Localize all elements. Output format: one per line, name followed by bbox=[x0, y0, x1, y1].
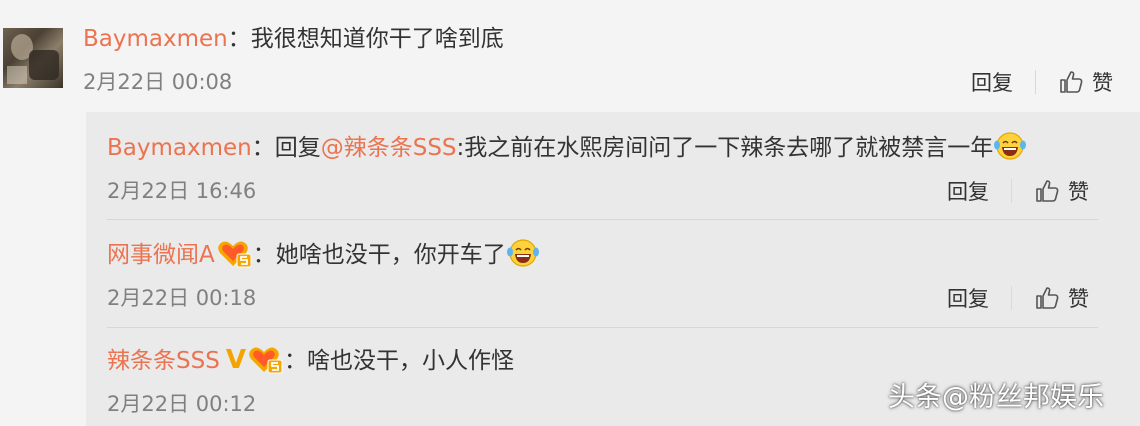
thumbs-up-icon bbox=[1036, 287, 1059, 309]
comment-like-button[interactable]: 赞 bbox=[1058, 67, 1113, 97]
reply-1-separator: ： bbox=[251, 135, 275, 161]
comment-reply-button[interactable]: 回复 bbox=[971, 67, 1013, 97]
laughing-tears-emoji-icon bbox=[506, 239, 539, 267]
comment-username[interactable]: Baymaxmen bbox=[83, 26, 228, 52]
reply-2-reply-button[interactable]: 回复 bbox=[947, 283, 989, 313]
reply-1-actions: 回复 赞 bbox=[947, 176, 1089, 206]
action-divider bbox=[1035, 70, 1036, 94]
reply-line-3: 辣条条SSS V ：啥也没干，小人作怪 bbox=[107, 344, 514, 377]
reply-2-username[interactable]: 网事微闻A bbox=[107, 242, 215, 268]
watermark: 头条@粉丝邦娱乐 bbox=[888, 382, 1104, 413]
reply-2-separator: ： bbox=[252, 242, 276, 268]
reply-3-text: 啥也没干，小人作怪 bbox=[306, 348, 514, 374]
reply-1-like-button[interactable]: 赞 bbox=[1034, 176, 1089, 206]
comment-separator: ： bbox=[227, 26, 251, 52]
reply-2-like-button[interactable]: 赞 bbox=[1034, 283, 1089, 313]
thumbs-up-icon bbox=[1036, 180, 1059, 202]
action-divider bbox=[1011, 179, 1012, 203]
reply-1-like-label: 赞 bbox=[1068, 180, 1089, 204]
member-badge-icon bbox=[249, 347, 283, 374]
laughing-tears-emoji-icon bbox=[994, 132, 1027, 160]
reply-1-prefix: 回复 bbox=[274, 135, 321, 161]
reply-3-separator: ： bbox=[283, 348, 307, 374]
comment-text: 我很想知道你干了啥到底 bbox=[250, 26, 504, 52]
reply-2-date: 2月22日 00:18 bbox=[107, 286, 257, 310]
reply-2-actions: 回复 赞 bbox=[947, 283, 1089, 313]
reply-1-date: 2月22日 16:46 bbox=[107, 179, 257, 203]
comment-line: Baymaxmen：我很想知道你干了啥到底 bbox=[83, 23, 504, 55]
reply-1-username[interactable]: Baymaxmen bbox=[107, 135, 252, 161]
reply-1-reply-button[interactable]: 回复 bbox=[947, 176, 989, 206]
reply-1-text: :我之前在水熙房间问了一下辣条去哪了就被禁言一年 bbox=[456, 135, 994, 161]
reply-divider bbox=[107, 219, 1098, 220]
comment-like-label: 赞 bbox=[1092, 71, 1113, 95]
reply-3-username[interactable]: 辣条条SSS bbox=[107, 348, 220, 374]
reply-3-date: 2月22日 00:12 bbox=[107, 392, 257, 416]
reply-line-2: 网事微闻A ：她啥也没干，你开车了 bbox=[107, 238, 540, 271]
reply-divider bbox=[107, 327, 1098, 328]
action-divider bbox=[1011, 286, 1012, 310]
reply-2-like-label: 赞 bbox=[1068, 287, 1089, 311]
verified-v-icon: V bbox=[225, 345, 246, 375]
reply-1-mention[interactable]: @辣条条SSS bbox=[321, 135, 457, 161]
user-avatar[interactable] bbox=[3, 28, 63, 88]
reply-line-1: Baymaxmen：回复@辣条条SSS:我之前在水熙房间问了一下辣条去哪了就被禁… bbox=[107, 131, 1027, 164]
member-badge-icon bbox=[217, 241, 252, 268]
reply-2-text: 她啥也没干，你开车了 bbox=[275, 242, 506, 268]
comment-date: 2月22日 00:08 bbox=[83, 70, 233, 94]
thumbs-up-icon bbox=[1060, 71, 1083, 93]
comment-actions: 回复 赞 bbox=[971, 67, 1113, 97]
